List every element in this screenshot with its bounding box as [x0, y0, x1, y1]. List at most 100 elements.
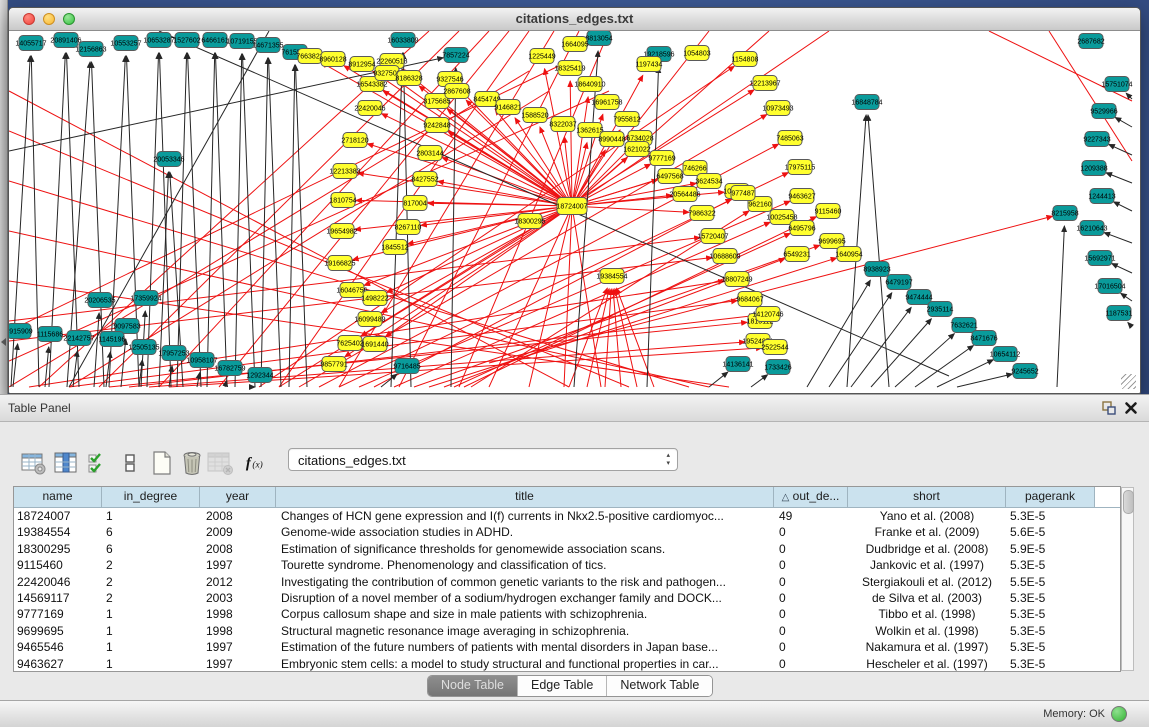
- cell-short[interactable]: Dudbridge et al. (2008): [848, 541, 1006, 557]
- network-node[interactable]: 8471676: [970, 331, 997, 346]
- network-edge[interactable]: [1057, 226, 1064, 387]
- cell-year[interactable]: 2003: [200, 590, 276, 606]
- network-node[interactable]: 9777169: [648, 151, 675, 166]
- cell-title[interactable]: Embryonic stem cells: a model to study s…: [276, 656, 774, 672]
- network-node[interactable]: 6495796: [788, 221, 815, 236]
- cell-year[interactable]: 1997: [200, 639, 276, 655]
- column-header-name[interactable]: name: [14, 487, 102, 507]
- network-node[interactable]: 9463627: [788, 189, 815, 204]
- table-vertical-scrollbar[interactable]: [1121, 487, 1134, 671]
- network-node[interactable]: 6497568: [656, 169, 683, 184]
- cell-pagerank[interactable]: 5.3E-5: [1006, 639, 1095, 655]
- network-node[interactable]: 14120746: [752, 307, 783, 322]
- column-header-out_de[interactable]: △ out_de...: [774, 487, 848, 507]
- table-row[interactable]: 977716911998Corpus callosum shape and si…: [14, 606, 1120, 622]
- network-node[interactable]: 1197434: [636, 57, 663, 72]
- network-edge[interactable]: [570, 81, 572, 206]
- cell-pagerank[interactable]: 5.3E-5: [1006, 508, 1095, 524]
- network-edge[interactable]: [572, 206, 689, 212]
- cell-out_de[interactable]: 0: [774, 590, 848, 606]
- column-header-in_degree[interactable]: in_degree: [102, 487, 200, 507]
- network-node[interactable]: 3624534: [695, 174, 722, 189]
- scrollbar-thumb[interactable]: [1123, 490, 1134, 514]
- column-header-year[interactable]: year: [200, 487, 276, 507]
- network-node[interactable]: 3915909: [9, 324, 33, 339]
- network-node[interactable]: 1621022: [623, 142, 650, 157]
- network-node[interactable]: 977487: [731, 186, 755, 201]
- network-node[interactable]: 8813054: [585, 31, 612, 46]
- network-edge[interactable]: [374, 199, 731, 387]
- network-node[interactable]: 15751074: [1101, 77, 1132, 92]
- table-row[interactable]: 1872400712008Changes of HCN gene express…: [14, 508, 1120, 524]
- network-edge[interactable]: [9, 231, 709, 387]
- cell-in_degree[interactable]: 2: [102, 574, 200, 590]
- cell-short[interactable]: Franke et al. (2009): [848, 524, 1006, 540]
- network-node[interactable]: 6466161: [201, 33, 228, 48]
- cell-title[interactable]: Estimation of significance thresholds fo…: [276, 541, 774, 557]
- cell-title[interactable]: Investigating the contribution of common…: [276, 574, 774, 590]
- network-edge[interactable]: [73, 351, 77, 387]
- cell-year[interactable]: 1998: [200, 623, 276, 639]
- network-node[interactable]: 6549231: [783, 247, 810, 262]
- cell-year[interactable]: 2012: [200, 574, 276, 590]
- network-edge[interactable]: [45, 347, 49, 387]
- network-node[interactable]: 10688609: [709, 249, 740, 264]
- network-node[interactable]: 9115460: [815, 204, 842, 219]
- cell-name[interactable]: 22420046: [14, 574, 102, 590]
- network-edge[interactable]: [261, 58, 268, 387]
- cell-title[interactable]: Disruption of a novel member of a sodium…: [276, 590, 774, 606]
- network-node[interactable]: 9716485: [393, 359, 420, 374]
- cell-year[interactable]: 2008: [200, 508, 276, 524]
- cell-in_degree[interactable]: 1: [102, 656, 200, 672]
- network-edge[interactable]: [1114, 202, 1132, 211]
- network-node[interactable]: 9242848: [423, 118, 450, 133]
- cell-out_de[interactable]: 0: [774, 656, 848, 672]
- row-height-icon[interactable]: [116, 449, 144, 477]
- network-node[interactable]: 19384554: [596, 269, 627, 284]
- column-header-short[interactable]: short: [848, 487, 1006, 507]
- network-node[interactable]: 1209388: [1080, 161, 1107, 176]
- cell-short[interactable]: Tibbo et al. (1998): [848, 606, 1006, 622]
- cell-out_de[interactable]: 0: [774, 639, 848, 655]
- cell-short[interactable]: Yano et al. (2008): [848, 508, 1006, 524]
- network-edge[interactable]: [1128, 323, 1132, 327]
- network-node[interactable]: 12213967: [749, 76, 780, 91]
- cell-out_de[interactable]: 0: [774, 557, 848, 573]
- cell-in_degree[interactable]: 1: [102, 639, 200, 655]
- network-graph[interactable]: 1405571720891406121568631055325710653287…: [9, 31, 1138, 391]
- network-node[interactable]: 9857791: [320, 357, 347, 372]
- network-node[interactable]: 9245652: [1011, 364, 1038, 379]
- network-node[interactable]: 18807249: [721, 272, 752, 287]
- cell-short[interactable]: Wolkin et al. (1998): [848, 623, 1006, 639]
- cell-name[interactable]: 9777169: [14, 606, 102, 622]
- left-panel-gutter[interactable]: [0, 0, 8, 394]
- network-edge[interactable]: [235, 54, 242, 387]
- network-node[interactable]: 6479197: [885, 275, 912, 290]
- network-node[interactable]: 8427552: [411, 172, 438, 187]
- cell-out_de[interactable]: 0: [774, 574, 848, 590]
- network-node[interactable]: 10653287: [143, 33, 174, 48]
- cell-pagerank[interactable]: 5.5E-5: [1006, 574, 1095, 590]
- cell-in_degree[interactable]: 1: [102, 606, 200, 622]
- network-edge[interactable]: [1104, 233, 1132, 243]
- network-node[interactable]: 8960128: [319, 52, 346, 67]
- network-node[interactable]: 1154808: [732, 52, 759, 67]
- network-node[interactable]: 15720407: [697, 229, 728, 244]
- network-node[interactable]: 1115686: [37, 327, 63, 342]
- cell-name[interactable]: 14569117: [14, 590, 102, 606]
- network-node[interactable]: 20891406: [50, 33, 81, 48]
- network-edge[interactable]: [382, 114, 572, 206]
- network-node[interactable]: 1691440: [361, 337, 388, 352]
- table-row[interactable]: 946362711997Embryonic stem cells: a mode…: [14, 656, 1120, 672]
- cell-in_degree[interactable]: 6: [102, 524, 200, 540]
- network-node[interactable]: 18724007: [556, 198, 587, 215]
- cell-pagerank[interactable]: 5.3E-5: [1006, 557, 1095, 573]
- table-row[interactable]: 1456911722003Disruption of a novel membe…: [14, 590, 1120, 606]
- network-node[interactable]: 2522544: [761, 340, 788, 355]
- cell-short[interactable]: Hescheler et al. (1997): [848, 656, 1006, 672]
- network-node[interactable]: 12505135: [128, 340, 159, 355]
- network-edge[interactable]: [829, 293, 892, 387]
- tab-edge-table[interactable]: Edge Table: [517, 676, 606, 696]
- network-node[interactable]: 10973493: [762, 101, 793, 116]
- network-edge[interactable]: [359, 201, 790, 387]
